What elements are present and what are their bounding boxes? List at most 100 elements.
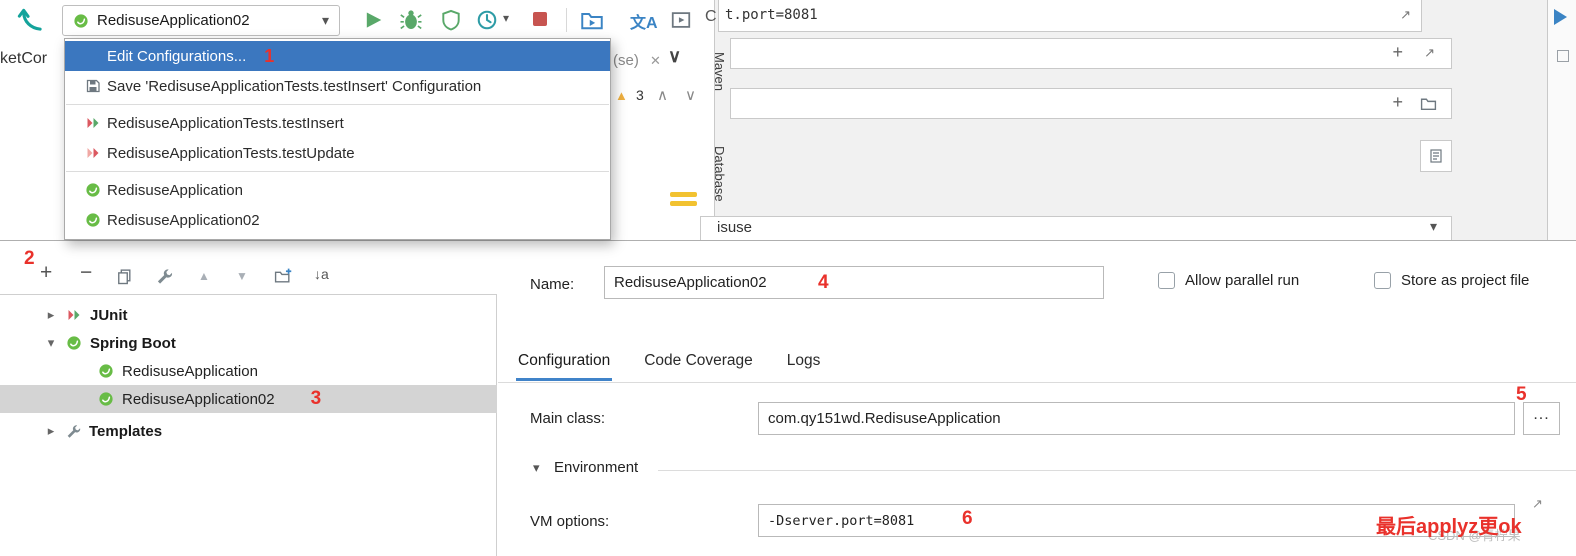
- profiler-button[interactable]: [476, 9, 498, 31]
- translate-button[interactable]: 文A: [630, 9, 658, 33]
- remove-config-button[interactable]: −: [80, 261, 92, 285]
- caret-down-icon[interactable]: ▾: [503, 11, 509, 25]
- move-up-button[interactable]: ▲: [198, 269, 210, 283]
- wrench-icon: [66, 424, 81, 439]
- toolbar-fragment: C: [705, 8, 717, 25]
- save-icon: [85, 78, 101, 94]
- edit-templates-button[interactable]: [156, 268, 173, 285]
- panel-icon[interactable]: [1557, 50, 1569, 62]
- right-tool-stripe: [1547, 0, 1576, 241]
- panel-arrow-icon[interactable]: [1554, 9, 1567, 25]
- spring-boot-icon: [98, 363, 114, 379]
- run-targets-button[interactable]: [580, 8, 604, 32]
- tree-item-label: JUnit: [90, 306, 128, 324]
- tab-configuration[interactable]: Configuration: [516, 352, 613, 381]
- menu-separator: [66, 171, 609, 172]
- chevron-right-icon[interactable]: ▸: [44, 307, 58, 323]
- annotation-2: 2: [24, 248, 35, 269]
- back-arrow-icon[interactable]: [16, 6, 43, 33]
- annotation-1: 1: [264, 45, 275, 66]
- tree-item-label: RedisuseApplication: [122, 362, 258, 380]
- menu-item-testinsert[interactable]: RedisuseApplicationTests.testInsert: [65, 108, 610, 138]
- menu-item-redisuseapplication02[interactable]: RedisuseApplication02: [65, 205, 610, 235]
- document-field-box[interactable]: [1420, 140, 1452, 172]
- next-occurrence-icon[interactable]: ∨: [685, 86, 696, 104]
- environment-section-label[interactable]: Environment: [554, 459, 638, 476]
- move-down-button[interactable]: ▼: [236, 269, 248, 283]
- menu-item-label: Save 'RedisuseApplicationTests.testInser…: [107, 77, 482, 95]
- editor-field-partial[interactable]: t.port=8081 ↗: [718, 0, 1422, 32]
- spring-boot-icon: [85, 212, 101, 228]
- highlight-bar: [670, 201, 697, 206]
- module-combo-value: isuse: [717, 219, 753, 236]
- menu-separator: [66, 104, 609, 105]
- run-button[interactable]: [362, 9, 384, 31]
- warning-icon: ▲: [615, 88, 628, 103]
- menu-item-edit-configurations[interactable]: Edit Configurations... 1: [65, 41, 610, 71]
- collapse-icon[interactable]: ▾: [533, 460, 540, 476]
- toolbar-separator: [566, 8, 567, 32]
- spring-boot-icon: [85, 182, 101, 198]
- tool-window-maven[interactable]: Maven: [712, 52, 727, 91]
- tree-item-templates[interactable]: ▸ Templates: [0, 417, 497, 445]
- menu-item-label: RedisuseApplication: [107, 181, 243, 199]
- tree-item-redisuseapplication[interactable]: RedisuseApplication: [0, 357, 497, 385]
- chevron-down-icon[interactable]: ▾: [44, 335, 58, 351]
- tree-item-label: Templates: [89, 422, 163, 440]
- form-field-row-2[interactable]: +: [730, 88, 1452, 119]
- tree-item-redisuseapplication02[interactable]: RedisuseApplication02 3: [0, 385, 497, 413]
- checkbox-box: [1374, 272, 1391, 289]
- coverage-button[interactable]: [440, 9, 462, 31]
- debug-button[interactable]: [399, 8, 423, 32]
- run-config-combo[interactable]: RedisuseApplication02 ▾: [62, 5, 340, 36]
- store-as-project-file-checkbox[interactable]: Store as project file: [1374, 272, 1529, 289]
- form-field-row-1[interactable]: + ↗: [730, 38, 1452, 69]
- close-icon[interactable]: ✕: [650, 53, 661, 69]
- caret-down-icon: ▾: [321, 12, 329, 28]
- create-folder-button[interactable]: [274, 267, 292, 284]
- tree-item-spring-boot[interactable]: ▾ Spring Boot: [0, 329, 497, 357]
- checkbox-label: Allow parallel run: [1185, 272, 1300, 289]
- checkbox-box: [1158, 272, 1175, 289]
- sort-configs-button[interactable]: ↓a: [314, 266, 329, 282]
- allow-parallel-run-checkbox[interactable]: Allow parallel run: [1158, 272, 1299, 289]
- expand-icon[interactable]: ↗: [1424, 45, 1435, 61]
- browse-button[interactable]: ...: [1523, 402, 1560, 435]
- prev-occurrence-icon[interactable]: ∧: [657, 86, 668, 104]
- copy-config-button[interactable]: [116, 268, 133, 285]
- tab-logs[interactable]: Logs: [785, 352, 823, 381]
- note-red-text: 最后applyz更ok: [1376, 516, 1522, 538]
- name-input[interactable]: [604, 266, 1104, 299]
- main-class-label: Main class:: [530, 410, 606, 427]
- junit-test-icon: [85, 115, 101, 131]
- menu-item-save-configuration[interactable]: Save 'RedisuseApplicationTests.testInser…: [65, 71, 610, 101]
- add-icon[interactable]: +: [1392, 92, 1403, 113]
- menu-item-redisuseapplication[interactable]: RedisuseApplication: [65, 175, 610, 205]
- expand-icon[interactable]: ↗: [1400, 7, 1411, 23]
- main-class-input[interactable]: [758, 402, 1515, 435]
- junit-icon: [66, 307, 82, 323]
- expand-icon[interactable]: ↗: [1532, 496, 1543, 512]
- editor-tab-fragment[interactable]: ketCor: [0, 50, 47, 68]
- tool-window-database[interactable]: Database: [712, 146, 727, 202]
- match-count: 3: [636, 87, 644, 103]
- preview-button[interactable]: [670, 9, 692, 31]
- tree-item-label: Spring Boot: [90, 334, 176, 352]
- tree-item-junit[interactable]: ▸ JUnit: [0, 301, 497, 329]
- add-icon[interactable]: +: [1392, 42, 1403, 63]
- chevron-right-icon[interactable]: ▸: [44, 423, 58, 439]
- run-config-label: RedisuseApplication02: [97, 12, 250, 29]
- field-text: t.port=8081: [725, 7, 818, 23]
- folder-icon[interactable]: [1420, 95, 1437, 112]
- annotation-5: 5: [1516, 384, 1527, 405]
- module-combo[interactable]: isuse ▾: [700, 216, 1452, 241]
- tab-code-coverage[interactable]: Code Coverage: [642, 352, 755, 381]
- add-config-button[interactable]: +: [40, 261, 52, 285]
- annotation-4: 4: [818, 272, 829, 293]
- spring-boot-icon: [98, 391, 114, 407]
- vm-options-label: VM options:: [530, 513, 610, 530]
- menu-item-label: RedisuseApplicationTests.testInsert: [107, 114, 344, 132]
- chevron-down-icon[interactable]: ∨: [668, 46, 681, 67]
- menu-item-testupdate[interactable]: RedisuseApplicationTests.testUpdate: [65, 138, 610, 168]
- stop-button[interactable]: [533, 12, 547, 26]
